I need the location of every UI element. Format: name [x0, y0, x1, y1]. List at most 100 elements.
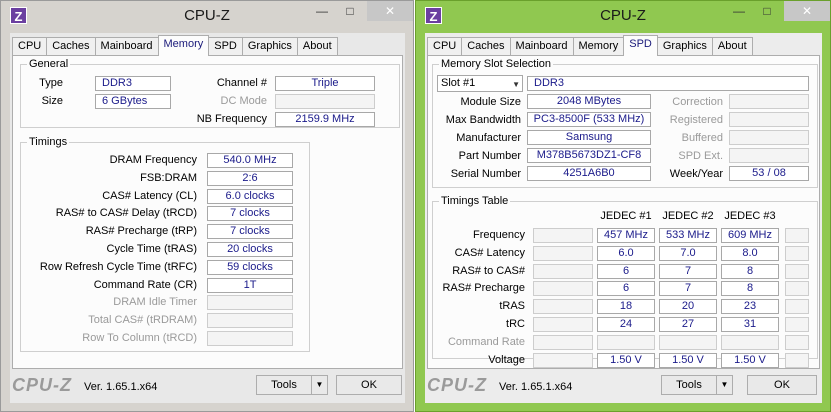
footer: CPU-Z Ver. 1.65.1.x64 Tools ▼ OK — [10, 369, 405, 403]
timing-cell-empty — [533, 263, 593, 279]
jedec-1-cell: 6 — [597, 281, 655, 297]
timing-cell-empty — [533, 299, 593, 315]
tab-mainboard[interactable]: Mainboard — [94, 37, 159, 56]
jedec-2-cell: 7.0 — [659, 245, 717, 261]
close-button[interactable]: ✕ — [784, 1, 830, 21]
buffered-label: Buffered — [681, 132, 723, 144]
timing-cell-empty — [785, 317, 809, 332]
tab-about[interactable]: About — [296, 37, 338, 56]
timing-label: CAS# Latency (CL) — [102, 189, 197, 202]
timing-value: 2:6 — [207, 170, 293, 186]
slot-type-value: DDR3 — [527, 76, 809, 91]
timing-row-label: tRC — [506, 318, 525, 330]
jedec-2-cell: 1.50 V — [659, 352, 717, 368]
timing-row-label: CAS# Latency — [454, 246, 525, 259]
week-year-label: Week/Year — [669, 168, 723, 180]
minimize-button[interactable]: — — [309, 1, 335, 21]
timing-value: 59 clocks — [207, 259, 293, 275]
tab-about[interactable]: About — [711, 37, 753, 56]
nb-frequency-value: 2159.9 MHz — [275, 112, 375, 127]
tools-button[interactable]: Tools ▼ — [256, 375, 328, 395]
jedec-1-cell: 1.50 V — [597, 352, 655, 368]
timing-label: RAS# to CAS# Delay (tRCD) — [55, 207, 197, 220]
manufacturer-label: Manufacturer — [456, 132, 521, 144]
jedec-3-cell: 1.50 V — [721, 352, 779, 368]
timing-label: Row Refresh Cycle Time (tRFC) — [39, 260, 197, 273]
maximize-button[interactable]: □ — [337, 1, 363, 21]
tools-button[interactable]: Tools ▼ — [661, 375, 733, 395]
channel-label: Channel # — [216, 77, 267, 89]
timing-label: RAS# Precharge (tRP) — [85, 225, 197, 238]
timing-cell-empty — [785, 228, 809, 243]
timing-row-label: tRAS — [499, 300, 525, 313]
close-button[interactable]: ✕ — [367, 1, 413, 21]
cpuz-brand-logo: CPU-Z — [427, 375, 487, 395]
ok-button[interactable]: OK — [747, 375, 817, 395]
jedec-1-cell: 6 — [597, 263, 655, 279]
timing-value — [207, 295, 293, 311]
tab-memory[interactable]: Memory — [157, 35, 210, 56]
client-area: CPU Caches Mainboard Memory SPD Graphics… — [425, 33, 822, 403]
timings-group: Timings DRAM Frequency 540.0 MHz FSB:DRAM 2… — [20, 136, 310, 352]
module-size-value: 2048 MBytes — [527, 94, 651, 109]
type-label: Type — [39, 77, 63, 89]
cpuz-window-spd: Z CPU-Z — □ ✕ CPU Caches Mainboard Memor… — [415, 0, 831, 412]
registered-value — [729, 112, 809, 127]
tab-graphics[interactable]: Graphics — [656, 37, 713, 56]
jedec-1-header: JEDEC #1 — [600, 210, 652, 222]
jedec-3-cell: 8.0 — [721, 245, 779, 261]
slot-select-value: Slot #1 — [441, 77, 476, 89]
dropdown-arrow-icon[interactable]: ▼ — [716, 376, 732, 394]
cpuz-window-memory: Z CPU-Z — □ ✕ CPU Caches Mainboard Memor… — [0, 0, 414, 412]
ok-button[interactable]: OK — [336, 375, 402, 395]
footer: CPU-Z Ver. 1.65.1.x64 Tools ▼ OK — [425, 369, 822, 403]
memory-size-value: 6 GBytes — [95, 94, 171, 109]
week-year-value: 53 / 08 — [729, 166, 809, 181]
timing-cell-empty — [533, 228, 593, 243]
tab-memory[interactable]: Memory — [572, 37, 625, 56]
cpuz-brand-logo: CPU-Z — [12, 375, 72, 395]
tab-caches[interactable]: Caches — [461, 37, 511, 56]
timing-value: 1T — [207, 277, 293, 293]
part-number-label: Part Number — [458, 150, 521, 162]
timing-label: Cycle Time (tRAS) — [106, 243, 197, 255]
timing-row-label: RAS# Precharge — [442, 282, 525, 295]
title-bar[interactable]: Z CPU-Z — □ ✕ — [1, 1, 413, 31]
timing-label: Total CAS# (tRDRAM) — [88, 314, 197, 327]
slot-select[interactable]: Slot #1 ▼ — [437, 75, 523, 92]
jedec-3-cell: 31 — [721, 317, 779, 332]
tools-label: Tools — [271, 379, 297, 391]
jedec-2-cell: 7 — [659, 263, 717, 279]
jedec-2-header: JEDEC #2 — [662, 210, 714, 222]
tab-spd[interactable]: SPD — [208, 37, 243, 56]
registered-label: Registered — [669, 114, 723, 126]
tab-cpu[interactable]: CPU — [12, 37, 48, 56]
jedec-1-cell — [597, 334, 655, 350]
tab-caches[interactable]: Caches — [46, 37, 96, 56]
version-label: Ver. 1.65.1.x64 — [84, 381, 158, 393]
timing-value: 20 clocks — [207, 242, 293, 257]
slot-selection-group: Memory Slot Selection Slot #1 ▼ DDR3 Mod… — [432, 58, 818, 188]
timing-cell-empty — [785, 263, 809, 279]
tab-mainboard[interactable]: Mainboard — [509, 37, 574, 56]
maximize-button[interactable]: □ — [754, 1, 780, 21]
part-number-value: M378B5673DZ1-CF8 — [527, 148, 651, 163]
tab-spd[interactable]: SPD — [623, 35, 658, 56]
minimize-button[interactable]: — — [726, 1, 752, 21]
timing-value — [207, 331, 293, 346]
dropdown-arrow-icon[interactable]: ▼ — [311, 376, 327, 394]
general-group: General Type DDR3 Size 6 GBytes Channel … — [20, 58, 400, 128]
jedec-3-header: JEDEC #3 — [724, 210, 776, 222]
jedec-1-cell: 457 MHz — [597, 228, 655, 243]
tab-strip: CPU Caches Mainboard Memory SPD Graphics… — [427, 35, 753, 56]
timing-row-label: RAS# to CAS# — [452, 264, 525, 277]
correction-label: Correction — [672, 96, 723, 108]
timing-row-label: Command Rate — [447, 335, 525, 348]
tab-cpu[interactable]: CPU — [427, 37, 463, 56]
tab-graphics[interactable]: Graphics — [241, 37, 298, 56]
title-bar[interactable]: Z CPU-Z — □ ✕ — [416, 1, 830, 31]
spd-ext-label: SPD Ext. — [678, 150, 723, 162]
jedec-2-cell — [659, 334, 717, 350]
version-label: Ver. 1.65.1.x64 — [499, 381, 573, 393]
timings-table-title: Timings Table — [439, 195, 511, 207]
